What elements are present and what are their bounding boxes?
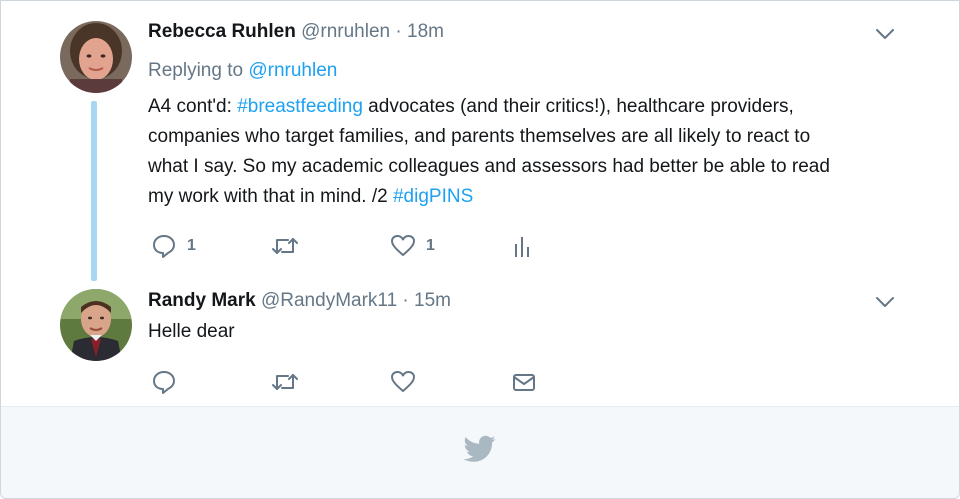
tweet-thread-panel: Rebecca Ruhlen @rnruhlen · 18m Replying … bbox=[0, 0, 960, 499]
reply-icon bbox=[153, 371, 175, 394]
avatar-randy[interactable] bbox=[60, 289, 132, 361]
like-icon bbox=[391, 371, 415, 392]
tweet-actions bbox=[148, 367, 548, 397]
direct-message-button[interactable] bbox=[511, 367, 537, 397]
replying-to-line: Replying to @rnruhlen bbox=[148, 60, 337, 82]
retweet-button[interactable] bbox=[271, 231, 309, 261]
direct-message-icon bbox=[513, 374, 535, 391]
thread-connector-line bbox=[91, 101, 97, 281]
tweet-text-segment: advocates (and their critics!), healthca… bbox=[362, 96, 794, 117]
analytics-icon bbox=[515, 237, 529, 257]
tweet-text-line: companies who target families, and paren… bbox=[148, 126, 811, 147]
tweet-rebecca[interactable]: Rebecca Ruhlen @rnruhlen · 18m Replying … bbox=[1, 1, 959, 286]
tweet-text-segment: my work with that in mind. /2 bbox=[148, 186, 393, 207]
display-name[interactable]: Randy Mark bbox=[148, 290, 256, 311]
like-button[interactable] bbox=[390, 367, 416, 397]
user-handle[interactable]: @RandyMark11 bbox=[261, 290, 397, 311]
tweet-randy[interactable]: Randy Mark @RandyMark11 · 15m Helle dear bbox=[1, 286, 959, 406]
reply-icon bbox=[153, 235, 175, 258]
retweet-icon bbox=[272, 374, 298, 390]
tweet-menu-button[interactable] bbox=[875, 24, 895, 44]
user-handle[interactable]: @rnruhlen bbox=[301, 21, 390, 42]
replying-to-link[interactable]: @rnruhlen bbox=[248, 60, 337, 81]
tweet-actions: 1 1 bbox=[148, 231, 548, 261]
chevron-down-icon bbox=[876, 29, 894, 39]
tweet-text: Helle dear bbox=[148, 321, 235, 342]
like-count: 1 bbox=[426, 237, 435, 254]
like-icon bbox=[391, 235, 415, 256]
thread-footer bbox=[1, 406, 959, 498]
tweet-header: Randy Mark @RandyMark11 · 15m bbox=[148, 290, 451, 312]
analytics-button[interactable] bbox=[512, 231, 532, 261]
tweet-menu-button[interactable] bbox=[875, 292, 895, 312]
reply-button[interactable] bbox=[151, 367, 177, 397]
like-button[interactable]: 1 bbox=[390, 231, 435, 261]
hashtag-digpins[interactable]: #digPINS bbox=[393, 186, 473, 207]
display-name[interactable]: Rebecca Ruhlen bbox=[148, 21, 296, 42]
tweet-text: A4 cont'd: #breastfeeding advocates (and… bbox=[148, 92, 908, 212]
retweet-button[interactable] bbox=[271, 367, 299, 397]
tweet-text-line: what I say. So my academic colleagues an… bbox=[148, 156, 830, 177]
replying-to-label: Replying to bbox=[148, 60, 249, 81]
separator-dot: · bbox=[402, 290, 409, 311]
twitter-bird-icon bbox=[463, 435, 496, 468]
reply-button[interactable]: 1 bbox=[151, 231, 196, 261]
hashtag-breastfeeding[interactable]: #breastfeeding bbox=[237, 96, 363, 117]
tweet-header: Rebecca Ruhlen @rnruhlen · 18m bbox=[148, 21, 444, 43]
tweet-text-segment: A4 cont'd: bbox=[148, 96, 238, 117]
separator-dot: · bbox=[395, 21, 402, 42]
tweet-timestamp[interactable]: 18m bbox=[407, 21, 444, 42]
retweet-icon bbox=[272, 238, 298, 254]
chevron-down-icon bbox=[876, 297, 894, 307]
avatar-rebecca[interactable] bbox=[60, 21, 132, 93]
tweet-timestamp[interactable]: 15m bbox=[414, 290, 451, 311]
reply-count: 1 bbox=[187, 237, 196, 254]
